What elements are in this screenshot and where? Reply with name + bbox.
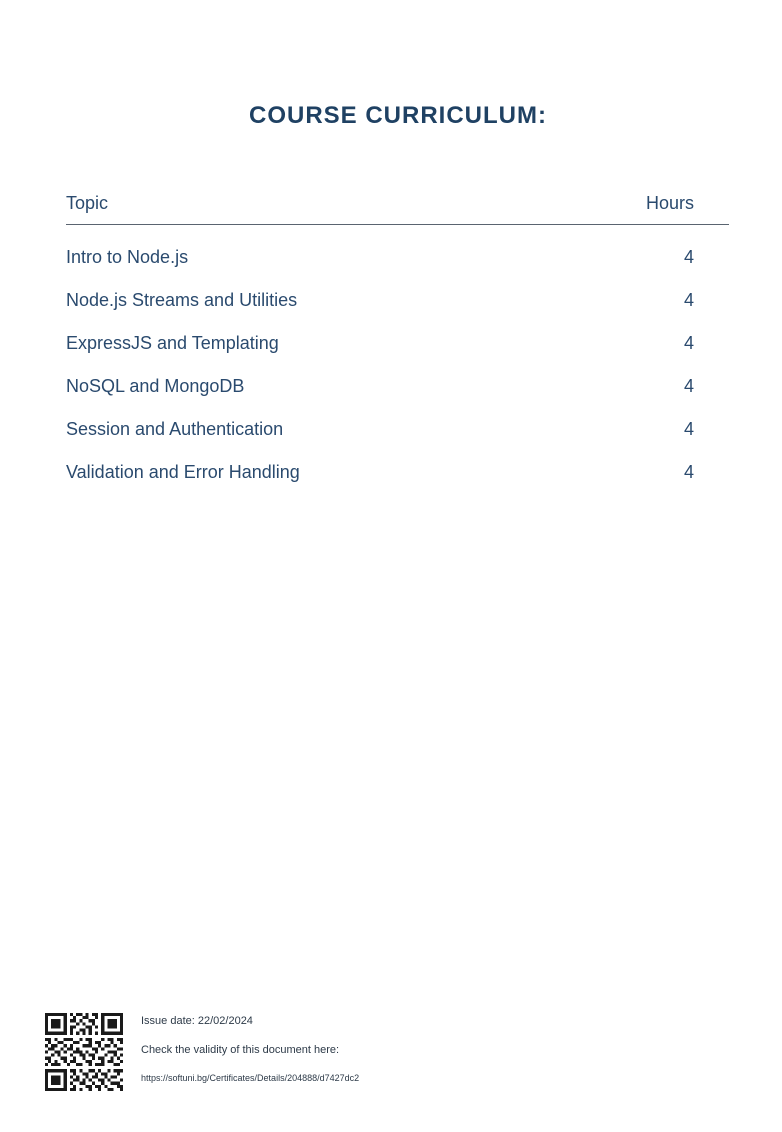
hours-cell: 4 (683, 290, 694, 310)
hours-cell: 4 (683, 333, 694, 353)
table-header: Topic Hours (66, 193, 729, 225)
topic-column-header: Topic (66, 193, 109, 213)
table-row: Node.js Streams and Utilities 4 (66, 290, 729, 333)
hours-column-header: Hours (645, 193, 694, 213)
hours-cell: 4 (683, 247, 694, 267)
hours-cell: 4 (683, 419, 694, 439)
table-row: Session and Authentication 4 (66, 419, 729, 462)
certificate-footer: Issue date: 22/02/2024 Check the validit… (45, 1013, 445, 1093)
topic-cell: Validation and Error Handling (66, 462, 300, 482)
validity-text: Check the validity of this document here… (141, 1044, 340, 1056)
table-row: ExpressJS and Templating 4 (66, 333, 729, 376)
issue-date: Issue date: 22/02/2024 (141, 1015, 253, 1027)
table-row: Validation and Error Handling 4 (66, 462, 729, 505)
curriculum-table: Topic Hours Intro to Node.js 4 Node.js S… (66, 193, 729, 505)
hours-cell: 4 (683, 462, 694, 482)
topic-cell: Intro to Node.js (66, 247, 189, 267)
topic-cell: ExpressJS and Templating (66, 333, 279, 353)
topic-cell: Session and Authentication (66, 419, 284, 439)
topic-cell: NoSQL and MongoDB (66, 376, 245, 396)
topic-cell: Node.js Streams and Utilities (66, 290, 298, 310)
validity-link[interactable]: https://softuni.bg/Certificates/Details/… (141, 1073, 359, 1083)
page-title: COURSE CURRICULUM: (249, 102, 547, 129)
table-row: Intro to Node.js 4 (66, 247, 729, 290)
table-body: Intro to Node.js 4 Node.js Streams and U… (66, 225, 729, 505)
table-row: NoSQL and MongoDB 4 (66, 376, 729, 419)
qr-code-icon[interactable] (45, 1013, 123, 1091)
hours-cell: 4 (683, 376, 694, 396)
